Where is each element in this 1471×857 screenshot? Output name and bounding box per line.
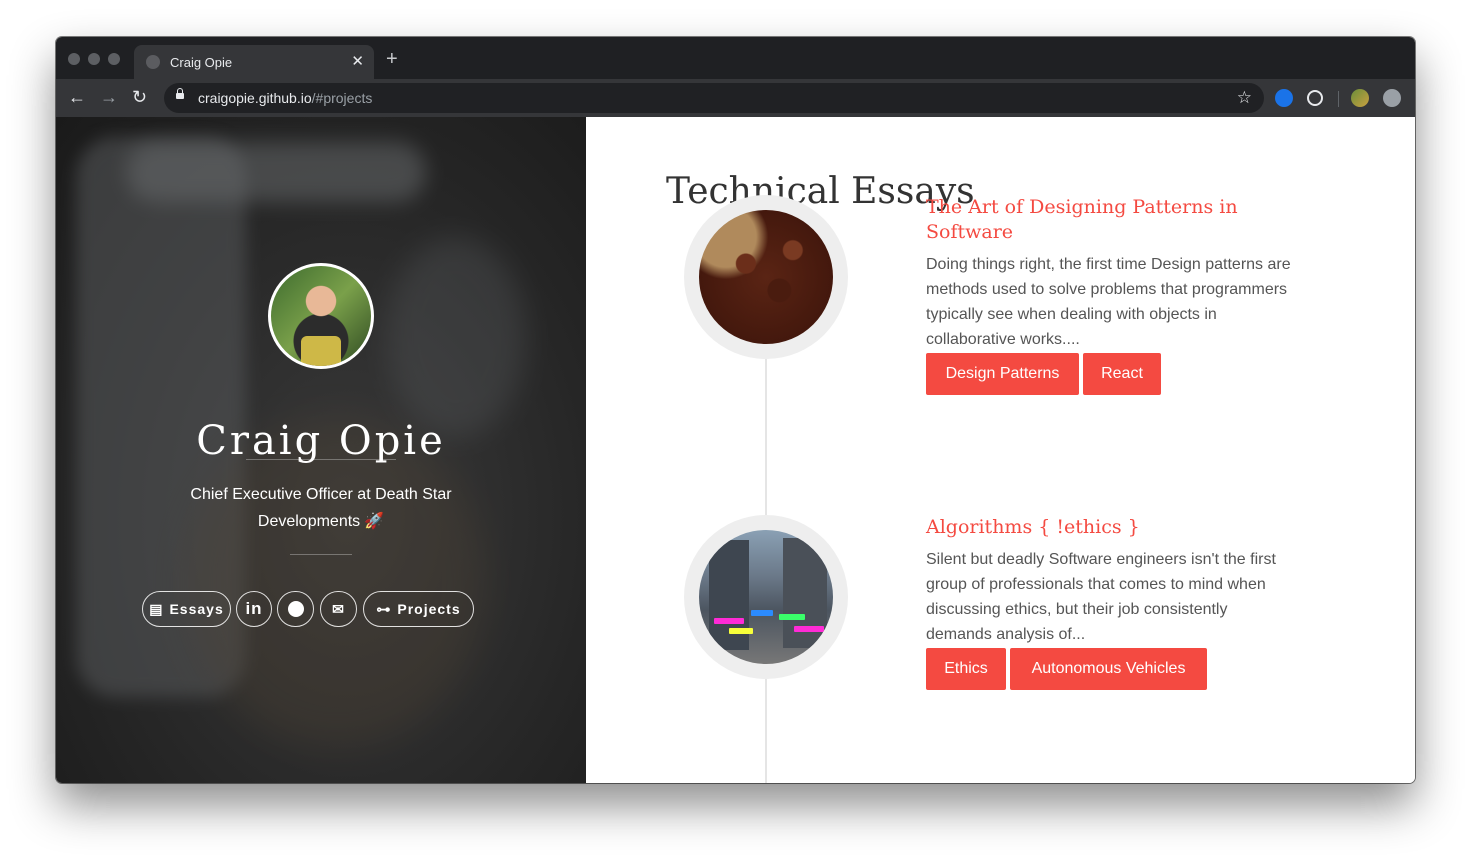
- essay-excerpt: Silent but deadly Software engineers isn…: [926, 551, 1276, 643]
- react-devtools-icon[interactable]: [1307, 90, 1323, 106]
- browser-tab[interactable]: Craig Opie ✕: [134, 45, 374, 79]
- essay-image-frame[interactable]: [684, 195, 848, 359]
- address-bar[interactable]: craigopie.github.io/#projects ☆: [164, 83, 1264, 113]
- linkedin-link[interactable]: in: [236, 591, 272, 627]
- essays-link[interactable]: ▤ Essays: [142, 591, 231, 627]
- forward-arrow-icon[interactable]: →: [100, 87, 118, 107]
- profile-avatar[interactable]: [1351, 89, 1369, 107]
- tab-bar: Craig Opie ✕ +: [56, 37, 1415, 79]
- email-link[interactable]: ✉: [320, 591, 357, 627]
- coffee-beans-image: [699, 210, 833, 344]
- github-icon: [287, 601, 304, 617]
- essay-image-frame[interactable]: [684, 515, 848, 679]
- document-icon: ▤: [149, 600, 164, 617]
- city-street-image: [699, 530, 833, 664]
- divider: [290, 554, 352, 555]
- background-photo-detail: [126, 142, 426, 202]
- profile-name: Craig Opie: [196, 417, 446, 464]
- page-content: Craig Opie Chief Executive Officer at De…: [56, 117, 1415, 783]
- tag-button[interactable]: Design Patterns: [926, 353, 1079, 395]
- close-window-button[interactable]: [68, 53, 80, 65]
- essay-title-link[interactable]: The Art of Designing Patterns in Softwar…: [926, 195, 1266, 245]
- close-tab-icon[interactable]: ✕: [351, 52, 364, 70]
- rocket-icon: 🚀: [364, 513, 385, 530]
- projects-link[interactable]: ⊶ Projects: [363, 591, 474, 627]
- extension-icon[interactable]: [1275, 89, 1293, 107]
- lock-icon: [176, 88, 184, 99]
- browser-toolbar: ← → ↻ craigopie.github.io/#projects ☆: [56, 79, 1415, 117]
- url-text: craigopie.github.io/#projects: [198, 90, 373, 106]
- back-arrow-icon[interactable]: ←: [68, 87, 86, 107]
- browser-window: Craig Opie ✕ + ← → ↻ craigopie.github.io…: [56, 37, 1415, 783]
- github-link[interactable]: [277, 591, 314, 627]
- background-photo-detail: [186, 417, 486, 747]
- minimize-window-button[interactable]: [88, 53, 100, 65]
- tag-button[interactable]: Ethics: [926, 648, 1006, 690]
- essay-excerpt: Doing things right, the first time Desig…: [926, 256, 1291, 348]
- sitemap-icon: ⊶: [376, 600, 392, 617]
- essay-title-link[interactable]: Algorithms { !ethics }: [926, 515, 1266, 540]
- profile-role: Chief Executive Officer at Death Star De…: [166, 481, 476, 535]
- essays-link-label: Essays: [169, 601, 224, 617]
- update-icon[interactable]: [1383, 89, 1401, 107]
- tag-button[interactable]: Autonomous Vehicles: [1010, 648, 1207, 690]
- toolbar-divider: [1338, 91, 1339, 107]
- tab-title: Craig Opie: [170, 55, 233, 70]
- globe-icon: [146, 55, 160, 69]
- zoom-window-button[interactable]: [108, 53, 120, 65]
- reload-icon[interactable]: ↻: [132, 87, 147, 107]
- bookmark-star-icon[interactable]: ☆: [1237, 88, 1252, 108]
- essays-section: Technical Essays The Art of Designing Pa…: [586, 117, 1415, 783]
- profile-sidebar: Craig Opie Chief Executive Officer at De…: [56, 117, 586, 783]
- envelope-icon: ✉: [332, 600, 345, 617]
- tag-button[interactable]: React: [1083, 353, 1161, 395]
- background-photo-detail: [386, 237, 526, 437]
- linkedin-icon: in: [245, 599, 263, 618]
- projects-link-label: Projects: [397, 601, 461, 617]
- avatar: [268, 263, 374, 369]
- new-tab-icon[interactable]: +: [386, 49, 398, 69]
- divider: [246, 459, 396, 460]
